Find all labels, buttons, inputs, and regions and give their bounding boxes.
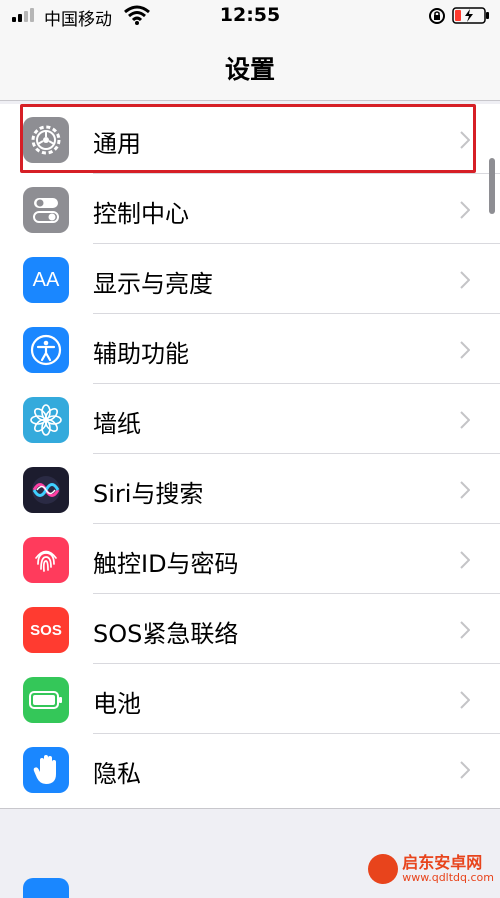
siri-icon [23, 467, 69, 513]
settings-item-label: 电池 [93, 690, 141, 718]
settings-item-label: 触控ID与密码 [93, 550, 239, 578]
settings-item-wallpaper[interactable]: 墙纸 [0, 384, 500, 454]
settings-item-label: Siri与搜索 [93, 480, 204, 508]
divider [0, 100, 500, 101]
chevron-right-icon [460, 481, 470, 499]
page-title: 设置 [224, 55, 275, 84]
divider [0, 808, 500, 809]
settings-item-label: SOS紧急联络 [93, 620, 239, 648]
settings-item-label: 显示与亮度 [93, 270, 213, 298]
toggle-icon [23, 187, 69, 233]
navigation-bar: 设置 [0, 34, 500, 100]
settings-item-battery[interactable]: 电池 [0, 664, 500, 734]
battery-icon [23, 677, 69, 723]
chevron-right-icon [460, 621, 470, 639]
watermark-name: 启东安卓网 [402, 852, 483, 872]
sos-icon: SOS [23, 607, 69, 653]
highlight-box [20, 104, 476, 173]
chevron-right-icon [460, 201, 470, 219]
partial-app-icon [23, 878, 69, 898]
watermark: 启东安卓网 www.qdltdq.com [368, 854, 494, 884]
settings-item-display[interactable]: AA 显示与亮度 [0, 244, 500, 314]
settings-list: 通用 控制中心 AA 显示与亮度 辅助功能 墙纸 Siri与搜索 触控ID与密码… [0, 104, 500, 808]
sos-glyph: SOS [30, 621, 62, 639]
chevron-right-icon [460, 341, 470, 359]
settings-item-emergency-sos[interactable]: SOS SOS紧急联络 [0, 594, 500, 664]
text-size-glyph: AA [32, 268, 60, 291]
settings-item-touch-id[interactable]: 触控ID与密码 [0, 524, 500, 594]
settings-item-siri[interactable]: Siri与搜索 [0, 454, 500, 524]
settings-item-control-center[interactable]: 控制中心 [0, 174, 500, 244]
settings-item-label: 隐私 [93, 760, 141, 788]
flower-icon [23, 397, 69, 443]
settings-item-label: 辅助功能 [93, 340, 189, 368]
battery-icon [452, 7, 489, 24]
watermark-url: www.qdltdq.com [402, 870, 494, 884]
chevron-right-icon [460, 411, 470, 429]
scrollbar[interactable] [489, 158, 495, 214]
status-bar: 中国移动 12:55 [0, 0, 500, 34]
accessibility-icon [23, 327, 69, 373]
text-size-icon: AA [23, 257, 69, 303]
settings-item-label: 墙纸 [93, 410, 141, 438]
chevron-right-icon [460, 271, 470, 289]
rotation-lock-icon [429, 8, 445, 24]
settings-item-label: 控制中心 [93, 200, 189, 228]
fingerprint-icon [23, 537, 69, 583]
chevron-right-icon [460, 761, 470, 779]
status-time: 12:55 [219, 4, 281, 26]
chevron-right-icon [460, 551, 470, 569]
settings-item-accessibility[interactable]: 辅助功能 [0, 314, 500, 384]
watermark-logo [368, 854, 399, 884]
hand-icon [23, 747, 69, 793]
chevron-right-icon [460, 691, 470, 709]
settings-item-privacy[interactable]: 隐私 [0, 734, 500, 804]
